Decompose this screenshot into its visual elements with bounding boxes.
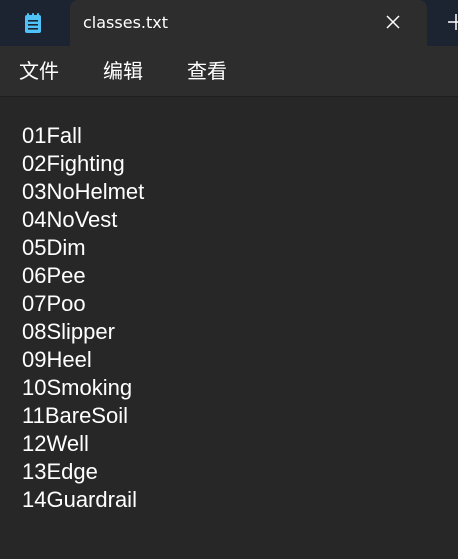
text-line: 13Edge [22, 459, 98, 484]
text-line: 02Fighting [22, 151, 125, 176]
menu-bar: 文件 编辑 查看 [0, 46, 458, 97]
menu-view[interactable]: 查看 [187, 59, 227, 83]
text-content: 01Fall 02Fighting 03NoHelmet 04NoVest 05… [22, 122, 144, 514]
text-line: 08Slipper [22, 319, 115, 344]
text-line: 11BareSoil [22, 403, 128, 428]
text-line: 01Fall [22, 123, 82, 148]
tab-classes-txt[interactable]: classes.txt [70, 0, 427, 46]
tab-title: classes.txt [83, 13, 168, 32]
text-line: 10Smoking [22, 375, 133, 400]
title-bar: classes.txt [0, 0, 458, 46]
close-icon[interactable] [384, 13, 402, 31]
notepad-icon [24, 12, 42, 34]
text-line: 04NoVest [22, 207, 118, 232]
menu-file[interactable]: 文件 [19, 59, 59, 83]
text-line: 05Dim [22, 235, 86, 260]
text-line: 14Guardrail [22, 487, 137, 512]
text-line: 12Well [22, 431, 89, 456]
text-editor[interactable]: 01Fall 02Fighting 03NoHelmet 04NoVest 05… [0, 97, 458, 559]
text-line: 06Pee [22, 263, 86, 288]
notepad-window: classes.txt 文件 编辑 查看 01Fall 02Fighting 0… [0, 0, 458, 559]
text-line: 03NoHelmet [22, 179, 145, 204]
menu-edit[interactable]: 编辑 [103, 59, 143, 83]
plus-icon[interactable] [444, 10, 458, 34]
text-line: 09Heel [22, 347, 92, 372]
text-line: 07Poo [22, 291, 86, 316]
